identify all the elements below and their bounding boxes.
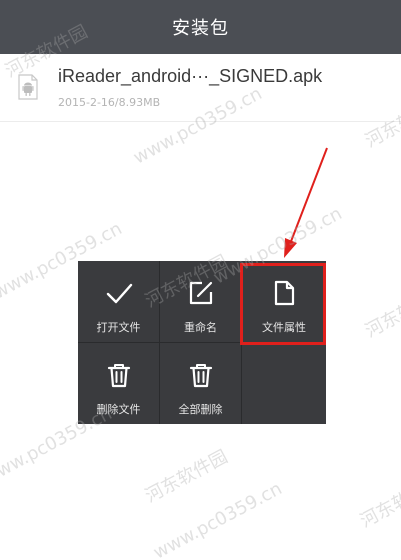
menu-item-label: 打开文件 [96, 321, 141, 334]
trash-icon [107, 364, 130, 388]
file-meta: 2015-2-16/8.93MB [58, 96, 161, 109]
delete-file-button[interactable]: 删除文件 [78, 343, 160, 424]
android-apk-icon [18, 74, 38, 100]
file-name: iReader_android···_SIGNED.apk [58, 66, 323, 86]
menu-item-label: 删除文件 [96, 403, 141, 416]
watermark-text: 河东软件园 [356, 471, 401, 533]
delete-all-button[interactable]: 全部删除 [160, 343, 242, 424]
empty-menu-cell [242, 343, 326, 424]
file-properties-button[interactable]: 文件属性 [242, 261, 326, 343]
edit-icon [189, 281, 212, 305]
menu-item-label: 重命名 [184, 321, 217, 334]
checkmark-icon [106, 283, 132, 304]
file-action-menu: 打开文件 重命名 文件属性 删除文件 全部删除 [78, 261, 326, 424]
menu-item-label: 文件属性 [262, 321, 306, 334]
trash-all-icon [189, 364, 212, 388]
watermark-text: 河东软件园 [141, 446, 232, 508]
rename-button[interactable]: 重命名 [160, 261, 242, 343]
page-title: 安装包 [172, 18, 229, 39]
app-header: 安装包 [0, 0, 401, 54]
open-file-button[interactable]: 打开文件 [78, 261, 160, 343]
document-icon [274, 280, 295, 306]
menu-item-label: 全部删除 [178, 403, 223, 416]
watermark-text: www.pc0359.cn [150, 478, 286, 560]
watermark-text: 河东软件园 [361, 281, 401, 343]
file-list-item[interactable]: iReader_android···_SIGNED.apk 2015-2-16/… [0, 54, 401, 122]
